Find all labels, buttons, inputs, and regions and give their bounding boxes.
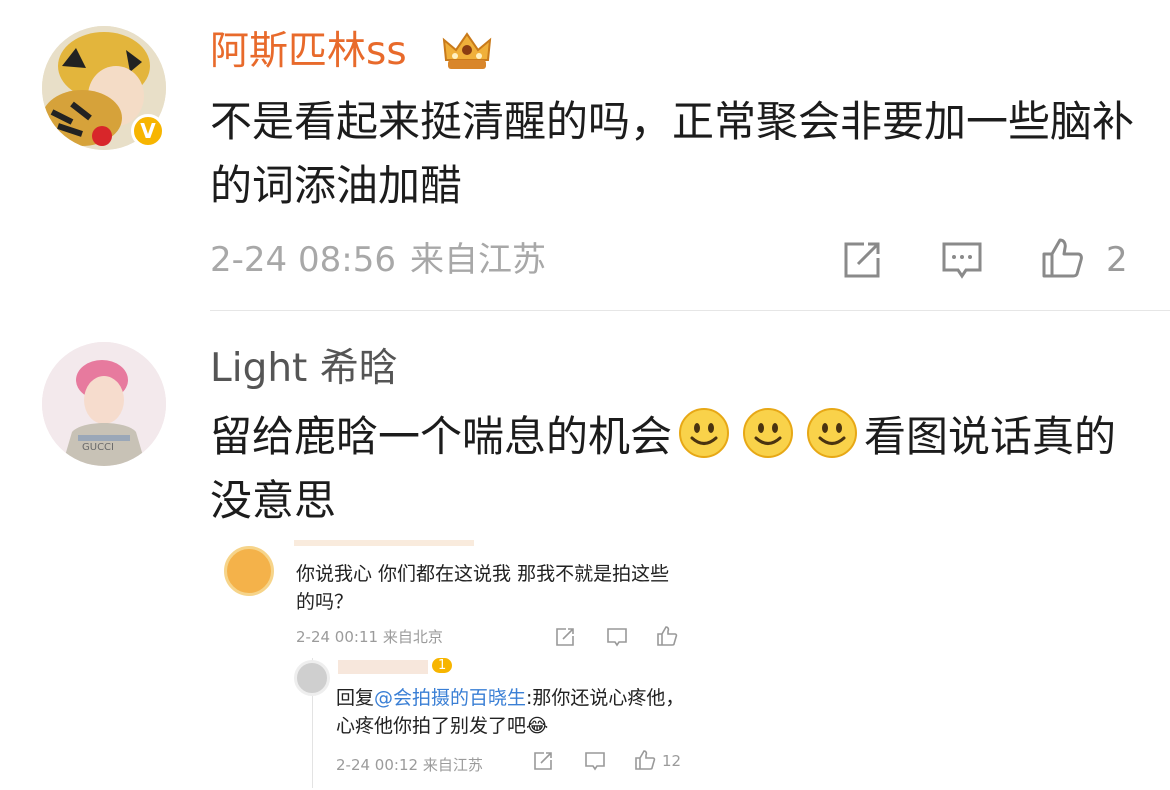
embedded-avatar bbox=[294, 660, 330, 696]
comment-text: 不是看起来挺清醒的吗，正常聚会非要加一些脑补的词添油加醋 bbox=[210, 97, 1135, 210]
smile-emoji bbox=[743, 408, 794, 458]
level-badge: 1 bbox=[432, 658, 453, 673]
embedded-location: 来自北京 bbox=[382, 628, 443, 646]
like-count: 2 bbox=[1106, 240, 1128, 280]
embedded-username-cropped bbox=[338, 660, 428, 674]
like-icon bbox=[657, 626, 678, 646]
svg-text:GUCCI: GUCCI bbox=[82, 442, 114, 453]
comment-text-part: 留给鹿晗一个喘息的机会 bbox=[210, 412, 673, 461]
embedded-like-count: 12 bbox=[662, 752, 682, 770]
smile-emoji bbox=[679, 408, 730, 458]
comment-icon bbox=[585, 752, 605, 771]
comment-meta: 2-24 08:56 来自江苏 bbox=[210, 238, 546, 282]
reply-prefix: 回复 bbox=[336, 687, 375, 709]
repost-icon[interactable] bbox=[840, 238, 884, 282]
embedded-screenshot[interactable]: 你说我心 你们都在这说我 那我不就是拍这些的吗？ 2-24 00:11 来自北京… bbox=[220, 540, 690, 790]
divider bbox=[210, 310, 1170, 311]
embedded-timestamp: 2-24 00:11 bbox=[296, 628, 379, 646]
comment-icon[interactable] bbox=[940, 238, 984, 282]
embedded-username-cropped bbox=[294, 540, 474, 546]
repost-icon bbox=[556, 628, 574, 646]
comment-icon bbox=[607, 628, 627, 647]
embedded-meta: 2-24 00:11 来自北京 bbox=[296, 626, 443, 647]
verified-icon: V bbox=[131, 114, 165, 148]
embedded-comment-text: 你说我心 你们都在这说我 那我不就是拍这些的吗？ bbox=[296, 563, 670, 613]
timestamp: 2-24 08:56 bbox=[210, 240, 396, 280]
reply-mention-link[interactable]: @会拍摄的百晓生 bbox=[374, 687, 526, 709]
smile-emoji bbox=[807, 408, 858, 458]
embedded-reply-text: 回复@会拍摄的百晓生:那你还说心疼他，心疼他你拍了别发了吧😂 bbox=[336, 684, 686, 740]
embedded-location: 来自江苏 bbox=[422, 756, 483, 774]
embedded-timestamp: 2-24 00:12 bbox=[336, 756, 419, 774]
username[interactable]: Light 希晗 bbox=[210, 345, 398, 393]
comment-text: 留给鹿晗一个喘息的机会 看图说话真的没意思 bbox=[210, 405, 1140, 533]
username[interactable]: 阿斯匹林ss bbox=[210, 28, 407, 76]
repost-icon bbox=[534, 752, 552, 770]
like-icon bbox=[635, 750, 656, 770]
location: 来自江苏 bbox=[409, 240, 546, 280]
like-icon[interactable] bbox=[1040, 236, 1084, 280]
embedded-avatar bbox=[224, 546, 274, 596]
avatar[interactable]: GUCCI bbox=[42, 342, 166, 466]
crown-badge-icon bbox=[442, 32, 492, 69]
embedded-meta: 2-24 00:12 来自江苏 bbox=[336, 754, 483, 775]
